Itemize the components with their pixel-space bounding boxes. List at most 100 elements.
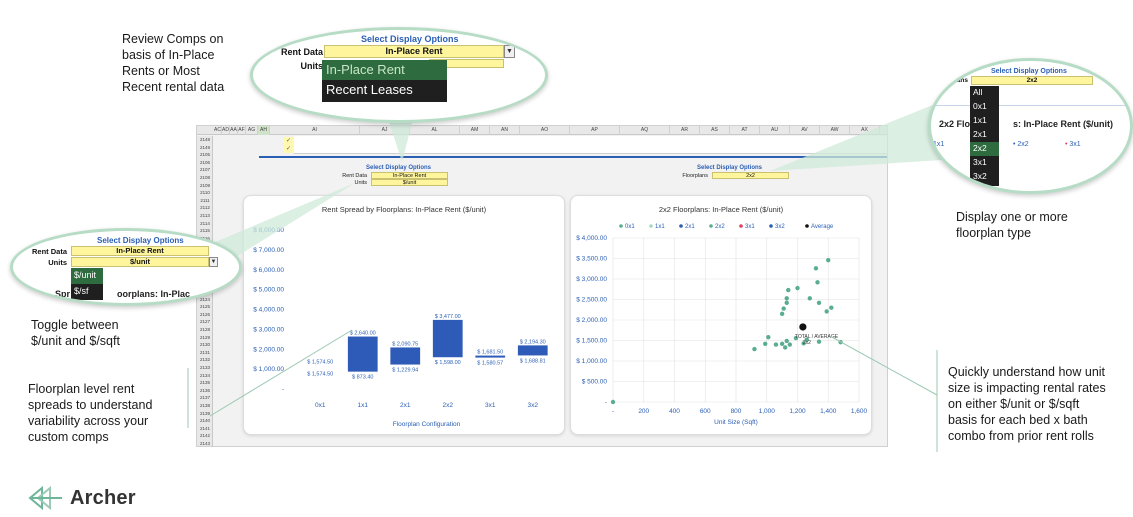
- scatter-chart-panel: 2x2 Floorplans: In-Place Rent ($/unit) -…: [570, 195, 872, 435]
- row-header[interactable]: 2106: [197, 159, 213, 166]
- floorplans-dropdown[interactable]: All 0x1 1x1 2x1 2x2 3x1 3x2: [970, 86, 999, 186]
- row-header[interactable]: 2141: [197, 425, 213, 432]
- scatter-y-tick-label: $ 2,000.00: [576, 317, 607, 324]
- scatter-legend-marker: [649, 224, 653, 228]
- column-header-an[interactable]: AN: [490, 126, 520, 135]
- row-header[interactable]: 2128: [197, 326, 213, 333]
- row-header[interactable]: 2149: [197, 144, 213, 151]
- row-header[interactable]: 2109: [197, 182, 213, 189]
- row-header[interactable]: 2131: [197, 349, 213, 356]
- column-header-as[interactable]: AS: [700, 126, 730, 135]
- column-header-ap[interactable]: AP: [570, 126, 620, 135]
- row-header[interactable]: 2137: [197, 394, 213, 401]
- bubble-units-units-select[interactable]: $/unit: [71, 257, 209, 267]
- column-header-ao[interactable]: AO: [520, 126, 570, 135]
- units-dropdown[interactable]: $/unit $/sf: [71, 268, 103, 300]
- rent-data-dropdown[interactable]: In-Place Rent Recent Leases: [322, 60, 447, 102]
- dropdown-option-recent-leases[interactable]: Recent Leases: [322, 80, 447, 100]
- scatter-legend-label: 1x1: [655, 224, 665, 230]
- units-select[interactable]: $/unit: [371, 179, 448, 186]
- row-header[interactable]: 2115: [197, 227, 213, 234]
- dropdown-option-2x1[interactable]: 2x1: [970, 128, 999, 142]
- row-header[interactable]: 2148: [197, 136, 213, 143]
- bubble-floorplans-select[interactable]: 2x2: [971, 76, 1093, 85]
- row-header[interactable]: 2107: [197, 166, 213, 173]
- row-header[interactable]: 2136: [197, 387, 213, 394]
- bubble-rent-data-select[interactable]: In-Place Rent: [324, 45, 504, 58]
- column-header-ax[interactable]: AX: [850, 126, 880, 135]
- column-header-ay[interactable]: AY: [880, 126, 887, 135]
- dropdown-option-per-unit[interactable]: $/unit: [71, 268, 103, 284]
- dropdown-option-0x1[interactable]: 0x1: [970, 100, 999, 114]
- column-header-at[interactable]: AT: [730, 126, 760, 135]
- bar-x-tick-label: 3x2: [528, 402, 539, 409]
- check-cell[interactable]: ✓: [284, 145, 293, 153]
- check-cell[interactable]: ✓: [284, 137, 293, 145]
- row-header[interactable]: 2129: [197, 334, 213, 341]
- row-header[interactable]: 2125: [197, 303, 213, 310]
- row-header[interactable]: 2112: [197, 204, 213, 211]
- grid-area: ✓ ✓ Select Display Options Rent Data In-…: [214, 136, 887, 446]
- dropdown-option-3x1[interactable]: 3x1: [970, 156, 999, 170]
- chevron-down-icon[interactable]: ▼: [209, 257, 218, 267]
- scatter-point: [784, 296, 789, 301]
- row-header[interactable]: 2135: [197, 379, 213, 386]
- row-header[interactable]: 2114: [197, 220, 213, 227]
- row-header[interactable]: 2105: [197, 151, 213, 158]
- bar-y-tick-label: $ 1,000.00: [253, 366, 284, 373]
- column-header-au[interactable]: AU: [760, 126, 790, 135]
- column-header-af[interactable]: AF: [238, 126, 246, 135]
- annotation-display-floorplan: Display one or more floorplan type: [956, 210, 1068, 240]
- scatter-x-tick-label: 1,400: [820, 408, 837, 415]
- scatter-legend-marker: [709, 224, 713, 228]
- dropdown-option-1x1[interactable]: 1x1: [970, 114, 999, 128]
- row-header[interactable]: 2113: [197, 212, 213, 219]
- row-header[interactable]: 2111: [197, 197, 213, 204]
- row-header[interactable]: 2142: [197, 432, 213, 439]
- row-header[interactable]: 2127: [197, 318, 213, 325]
- column-header-ai[interactable]: AI: [270, 126, 360, 135]
- row-header[interactable]: 2140: [197, 417, 213, 424]
- column-header-al[interactable]: AL: [410, 126, 460, 135]
- row-header[interactable]: 2133: [197, 364, 213, 371]
- scatter-x-tick-label: -: [612, 408, 614, 415]
- rent-data-select[interactable]: In-Place Rent: [371, 172, 448, 179]
- scatter-legend-marker: [619, 224, 623, 228]
- column-header-aa[interactable]: AA: [230, 126, 238, 135]
- dropdown-option-all[interactable]: All: [970, 86, 999, 100]
- scatter-x-tick-label: 800: [731, 408, 742, 415]
- chevron-down-icon[interactable]: ▼: [504, 45, 515, 58]
- dropdown-option-in-place-rent[interactable]: In-Place Rent: [322, 60, 447, 80]
- dropdown-option-2x2[interactable]: 2x2: [970, 142, 999, 156]
- row-header[interactable]: 2138: [197, 402, 213, 409]
- column-header-ad[interactable]: AD: [222, 126, 230, 135]
- row-header[interactable]: 2134: [197, 372, 213, 379]
- row-header[interactable]: 2132: [197, 356, 213, 363]
- bubble-units-rent-select[interactable]: In-Place Rent: [71, 246, 209, 256]
- row-header[interactable]: 2139: [197, 410, 213, 417]
- column-header-ac[interactable]: AC: [214, 126, 222, 135]
- column-header-ag[interactable]: AG: [246, 126, 258, 135]
- annotation-review-comps: Review Comps on basis of In-Place Rents …: [122, 32, 225, 94]
- floorplans-label: Floorplans: [682, 173, 708, 179]
- dropdown-option-3x2[interactable]: 3x2: [970, 170, 999, 184]
- column-header-aj[interactable]: AJ: [360, 126, 410, 135]
- column-header-av[interactable]: AV: [790, 126, 820, 135]
- row-header[interactable]: 2110: [197, 189, 213, 196]
- column-header-ar[interactable]: AR: [670, 126, 700, 135]
- column-header-aw[interactable]: AW: [820, 126, 850, 135]
- dropdown-option-per-sf[interactable]: $/sf: [71, 284, 103, 300]
- bubble-units-behind-text: Spr: [55, 289, 71, 299]
- floorplans-select[interactable]: 2x2: [712, 172, 789, 179]
- bar-3x1: [475, 355, 506, 358]
- column-header-ah[interactable]: AH: [258, 126, 270, 135]
- row-header[interactable]: 2126: [197, 311, 213, 318]
- scatter-point: [807, 296, 812, 301]
- bubble-units-behind-text2: oorplans: In-Plac: [117, 289, 191, 299]
- row-header[interactable]: 2143: [197, 440, 213, 446]
- column-header-am[interactable]: AM: [460, 126, 490, 135]
- scatter-y-tick-label: $ 2,500.00: [576, 297, 607, 304]
- row-header[interactable]: 2130: [197, 341, 213, 348]
- column-header-aq[interactable]: AQ: [620, 126, 670, 135]
- row-header[interactable]: 2108: [197, 174, 213, 181]
